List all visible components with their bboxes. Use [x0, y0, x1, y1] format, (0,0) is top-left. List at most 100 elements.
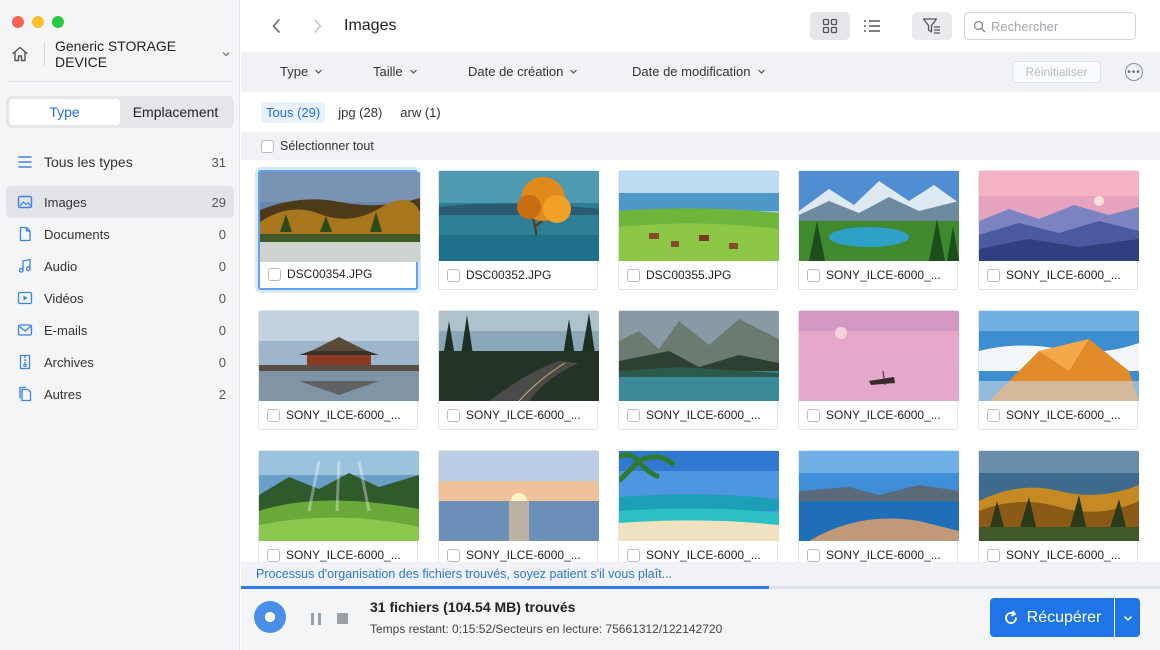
tab-all[interactable]: Tous (29): [261, 101, 326, 123]
file-checkbox[interactable]: [807, 548, 820, 562]
category-documents[interactable]: Documents 0: [6, 218, 234, 250]
archive-icon: [16, 353, 34, 371]
category-emails[interactable]: E-mails 0: [6, 314, 234, 346]
tab-type[interactable]: Type: [9, 99, 120, 125]
minimize-window-button[interactable]: [32, 16, 44, 28]
select-all-checkbox[interactable]: [261, 139, 274, 153]
file-name: DSC00354.JPG: [287, 267, 373, 281]
file-thumbnail: [619, 451, 779, 541]
all-types-icon: [16, 153, 34, 171]
file-card[interactable]: SONY_ILCE-6000_...: [438, 310, 599, 430]
close-window-button[interactable]: [12, 16, 24, 28]
file-checkbox[interactable]: [627, 408, 640, 422]
file-card[interactable]: SONY_ILCE-6000_...: [978, 450, 1139, 562]
file-thumbnail: [619, 171, 779, 261]
file-thumbnail: [439, 171, 599, 261]
file-checkbox[interactable]: [447, 548, 460, 562]
file-thumbnail: [260, 172, 420, 262]
filter-created-date[interactable]: Date de création: [468, 64, 578, 79]
other-files-icon: [16, 385, 34, 403]
file-card[interactable]: SONY_ILCE-6000_...: [438, 450, 599, 562]
file-thumbnail: [799, 171, 959, 261]
file-name: SONY_ILCE-6000_...: [646, 408, 761, 422]
file-checkbox[interactable]: [268, 267, 281, 281]
device-selector[interactable]: Generic STORAGE DEVICE: [8, 38, 233, 70]
file-name: SONY_ILCE-6000_...: [1006, 548, 1121, 562]
chevron-down-icon[interactable]: [219, 47, 233, 61]
reset-button[interactable]: Réinitialiser: [1012, 61, 1101, 83]
remaining-info: Temps restant: 0:15:52/Secteurs en lectu…: [370, 622, 723, 636]
forward-button[interactable]: [307, 16, 327, 36]
search-input[interactable]: Rechercher: [964, 12, 1136, 40]
file-checkbox[interactable]: [627, 268, 640, 282]
file-checkbox[interactable]: [267, 548, 280, 562]
file-card[interactable]: DSC00352.JPG: [438, 170, 599, 290]
category-count: 0: [218, 226, 226, 242]
stop-button[interactable]: [337, 613, 348, 624]
filter-modified-date[interactable]: Date de modification: [632, 64, 766, 79]
file-card[interactable]: SONY_ILCE-6000_...: [618, 450, 779, 562]
file-card[interactable]: SONY_ILCE-6000_...: [978, 170, 1139, 290]
category-archives[interactable]: Archives 0: [6, 346, 234, 378]
recover-button[interactable]: Récupérer: [990, 598, 1114, 637]
file-checkbox[interactable]: [807, 408, 820, 422]
category-others[interactable]: Autres 2: [6, 378, 234, 410]
category-all-types[interactable]: Tous les types 31: [6, 146, 234, 178]
file-checkbox[interactable]: [987, 408, 1000, 422]
page-title: Images: [344, 17, 397, 34]
file-card[interactable]: SONY_ILCE-6000_...: [978, 310, 1139, 430]
more-options-icon[interactable]: •••: [1125, 63, 1143, 81]
recover-options-button[interactable]: [1115, 598, 1140, 637]
file-thumbnail: [439, 311, 599, 401]
filter-type[interactable]: Type: [280, 64, 323, 79]
category-count: 0: [218, 322, 226, 338]
file-name-row: SONY_ILCE-6000_...: [807, 408, 941, 422]
tab-jpg[interactable]: jpg (28): [333, 102, 387, 123]
file-name: SONY_ILCE-6000_...: [826, 548, 941, 562]
category-images[interactable]: Images 29: [6, 186, 234, 218]
file-checkbox[interactable]: [447, 268, 460, 282]
category-count: 0: [218, 258, 226, 274]
grid-view-button[interactable]: [810, 12, 850, 40]
filter-bar: Type Taille Date de création Date de mod…: [241, 52, 1160, 92]
category-count: 31: [211, 154, 226, 170]
filter-size[interactable]: Taille: [373, 64, 418, 79]
category-count: 29: [211, 194, 226, 210]
file-checkbox[interactable]: [987, 268, 1000, 282]
file-name: DSC00355.JPG: [646, 268, 732, 282]
file-checkbox[interactable]: [447, 408, 460, 422]
file-checkbox[interactable]: [267, 408, 280, 422]
home-icon[interactable]: [8, 42, 32, 66]
filter-button[interactable]: [912, 12, 952, 40]
file-checkbox[interactable]: [627, 548, 640, 562]
category-audio[interactable]: Audio 0: [6, 250, 234, 282]
back-button[interactable]: [267, 16, 287, 36]
tab-arw[interactable]: arw (1): [395, 102, 445, 123]
file-card[interactable]: SONY_ILCE-6000_...: [798, 170, 959, 290]
file-card[interactable]: SONY_ILCE-6000_...: [618, 310, 779, 430]
file-name-row: SONY_ILCE-6000_...: [267, 408, 401, 422]
file-name: DSC00352.JPG: [466, 268, 552, 282]
select-all-label: Sélectionner tout: [280, 139, 374, 153]
pause-button[interactable]: [311, 613, 321, 625]
tab-location[interactable]: Emplacement: [120, 99, 231, 125]
refresh-icon: [1004, 610, 1017, 624]
category-videos[interactable]: Vidéos 0: [6, 282, 234, 314]
device-name: Generic STORAGE DEVICE: [55, 38, 177, 70]
file-name-row: SONY_ILCE-6000_...: [807, 268, 941, 282]
zoom-window-button[interactable]: [52, 16, 64, 28]
file-card[interactable]: SONY_ILCE-6000_...: [258, 310, 419, 430]
file-checkbox[interactable]: [987, 548, 1000, 562]
chevron-down-icon: [1123, 615, 1132, 621]
file-card[interactable]: SONY_ILCE-6000_...: [798, 310, 959, 430]
grid-icon: [822, 18, 838, 34]
file-card[interactable]: DSC00355.JPG: [618, 170, 779, 290]
file-checkbox[interactable]: [807, 268, 820, 282]
file-card[interactable]: SONY_ILCE-6000_...: [798, 450, 959, 562]
music-icon: [16, 257, 34, 275]
file-name: SONY_ILCE-6000_...: [286, 408, 401, 422]
list-view-button[interactable]: [852, 12, 892, 40]
file-card[interactable]: SONY_ILCE-6000_...: [258, 450, 419, 562]
category-label: Vidéos: [44, 290, 84, 306]
file-card[interactable]: DSC00354.JPG: [258, 170, 420, 290]
